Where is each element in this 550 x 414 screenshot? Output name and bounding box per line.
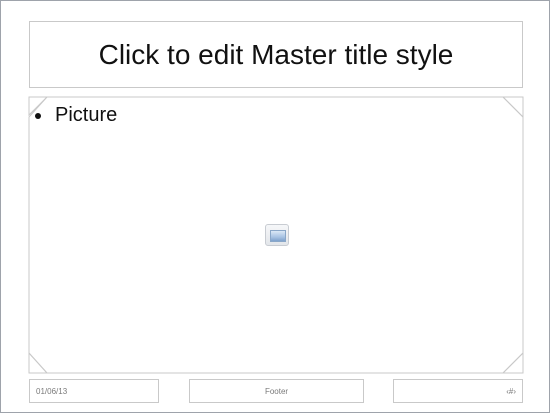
slide-canvas: Click to edit Master title style Picture… xyxy=(0,0,550,413)
slide-number-placeholder[interactable]: ‹#› xyxy=(393,379,523,403)
footer-placeholder[interactable]: Footer xyxy=(189,379,364,403)
date-placeholder[interactable]: 01/06/13 xyxy=(29,379,159,403)
content-bullet: Picture xyxy=(35,104,117,127)
bullet-dot-icon xyxy=(35,113,41,119)
picture-placeholder-frame[interactable] xyxy=(1,1,550,414)
slide-number-text: ‹#› xyxy=(506,386,516,396)
picture-placeholder-icon[interactable] xyxy=(265,224,289,246)
bullet-text: Picture xyxy=(55,104,118,126)
date-text: 01/06/13 xyxy=(36,386,68,396)
picture-thumbnail-icon xyxy=(270,230,286,242)
footer-text: Footer xyxy=(264,386,289,396)
